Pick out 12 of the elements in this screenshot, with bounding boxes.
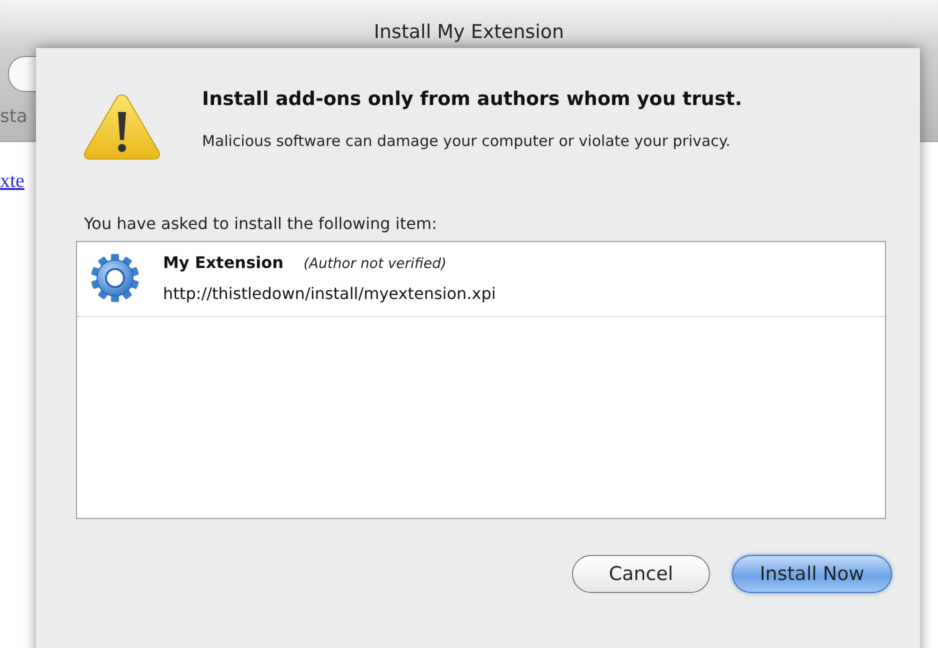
cancel-button[interactable]: Cancel	[572, 555, 710, 593]
list-label: You have asked to install the following item:	[84, 214, 438, 233]
warning-message: Malicious software can damage your computer or violate your privacy.	[202, 132, 732, 150]
list-item[interactable]: My Extension (Author not verified) http://thistledown/install/myextension.xpi	[77, 242, 885, 317]
window-title: Install My Extension	[374, 21, 564, 43]
gear-icon	[89, 252, 141, 304]
warning-icon	[82, 92, 162, 162]
warning-heading: Install add-ons only from authors whom you trust.	[202, 88, 742, 110]
extension-url: http://thistledown/install/myextension.xpi	[163, 284, 496, 303]
install-button[interactable]: Install Now	[732, 555, 892, 593]
extension-name: My Extension	[163, 253, 284, 272]
verification-note: (Author not verified)	[303, 256, 446, 272]
